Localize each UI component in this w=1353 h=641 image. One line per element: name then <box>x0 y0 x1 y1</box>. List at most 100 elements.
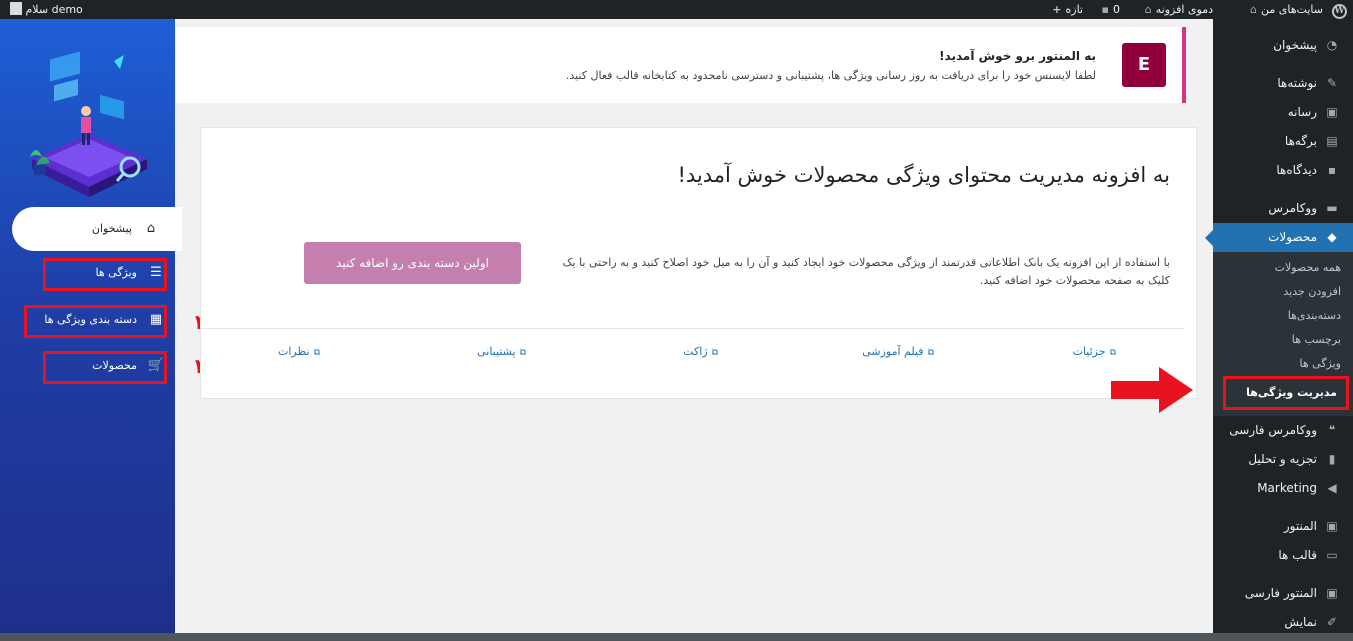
link-reviews-label: نظرات <box>277 345 310 358</box>
external-link-icon: ⧉ <box>313 348 320 358</box>
plugin-nav-attribute-groups-label: دسته بندی ویژگی ها <box>44 313 137 326</box>
menu-comments-label: دیدگاه‌ها <box>1276 163 1317 177</box>
menu-marketing[interactable]: ◀ Marketing <box>1213 474 1353 503</box>
box-icon: ◆ <box>1327 230 1337 244</box>
elementor-license-notice: E به المنتور برو خوش آمدید! لطفا لایسنس … <box>176 27 1186 103</box>
menu-comments[interactable]: ▪ دیدگاه‌ها <box>1213 156 1353 185</box>
external-link-icon: ⧉ <box>927 348 934 358</box>
menu-dashboard-label: پیشخوان <box>1273 38 1317 52</box>
menu-woocommerce-label: ووکامرس <box>1268 201 1317 215</box>
products-submenu: همه محصولات افزودن جدید دسته‌بندی‌ها برچ… <box>1213 252 1353 416</box>
comments-menu[interactable]: ▪ 0 <box>1098 0 1120 19</box>
page-icon: ▤ <box>1326 134 1338 148</box>
cart-icon: 🛒 <box>147 358 165 373</box>
woo-icon: ▬ <box>1326 201 1338 215</box>
elementor-logo-icon: E <box>1122 43 1166 87</box>
comments-count: 0 <box>1113 3 1120 16</box>
plugin-nav-products[interactable]: 🛒 محصولات <box>43 351 167 384</box>
site-name-menu[interactable]: ⌂ دموی افزونه <box>1141 0 1213 19</box>
pin-icon: ✎ <box>1326 76 1338 90</box>
submenu-tags[interactable]: برچسب ها <box>1213 328 1353 352</box>
wp-admin-menu: ◔ پیشخوان ✎ نوشته‌ها ▣ رسانه ▤ برگه‌ها ▪ دیدگ… <box>1205 19 1353 641</box>
home-icon: ⌂ <box>1144 3 1152 16</box>
menu-pages-label: برگه‌ها <box>1284 134 1317 148</box>
account-menu[interactable]: سلام demo <box>6 0 83 19</box>
menu-templates[interactable]: ▭ قالب ها <box>1213 541 1353 570</box>
my-sites-menu[interactable]: ⌂ سایت‌های من <box>1246 0 1323 19</box>
list-icon: ☰ <box>150 265 162 280</box>
woo-fa-icon: ❝ <box>1328 423 1336 437</box>
submenu-categories[interactable]: دسته‌بندی‌ها <box>1213 304 1353 328</box>
wp-logo-menu[interactable]: W <box>1332 0 1347 19</box>
chart-icon: ▮ <box>1328 452 1336 466</box>
menu-woocommerce[interactable]: ▬ ووکامرس <box>1213 194 1353 223</box>
sites-icon: ⌂ <box>1250 3 1258 16</box>
submenu-add-new[interactable]: افزودن جدید <box>1213 280 1353 304</box>
link-support[interactable]: ⧉پشتیبانی <box>477 345 526 358</box>
plugin-nav-products-label: محصولات <box>92 359 137 372</box>
submenu-manage-attributes[interactable]: مدیریت ویژگی‌ها <box>1223 376 1349 410</box>
link-details[interactable]: ⧉جزئیات <box>1073 345 1116 358</box>
plugin-nav-home[interactable]: ⌂ پیشخوان <box>12 207 182 251</box>
plugin-nav-attributes[interactable]: ☰ ویژگی ها <box>43 258 167 291</box>
folder-icon: ▭ <box>1326 548 1338 562</box>
home-icon: ⌂ <box>146 221 156 236</box>
menu-dashboard[interactable]: ◔ پیشخوان <box>1213 31 1353 60</box>
plugin-nav-home-label: پیشخوان <box>91 222 132 235</box>
menu-media[interactable]: ▣ رسانه <box>1213 98 1353 127</box>
menu-pages[interactable]: ▤ برگه‌ها <box>1213 127 1353 156</box>
admin-bar: سلام demo W ⌂ سایت‌های من ⌂ دموی افزونه ▪ 0… <box>0 0 1353 19</box>
link-reviews[interactable]: ⧉نظرات <box>278 345 320 358</box>
menu-elementor-fa-label: المنتور فارسی <box>1244 586 1317 600</box>
megaphone-icon: ◀ <box>1327 481 1337 495</box>
external-link-icon: ⧉ <box>1109 348 1116 358</box>
new-content-menu[interactable]: + تازه <box>1048 0 1083 19</box>
external-link-icon: ⧉ <box>519 348 526 358</box>
menu-posts-label: نوشته‌ها <box>1277 76 1317 90</box>
card-divider <box>201 328 1184 329</box>
plus-icon: + <box>1052 3 1062 16</box>
menu-media-label: رسانه <box>1287 105 1317 119</box>
site-name-label: دموی افزونه <box>1155 3 1213 16</box>
add-first-category-button[interactable]: اولین دسته بندی رو اضافه کنید <box>304 242 521 284</box>
isometric-illustration <box>30 51 147 197</box>
link-support-label: پشتیبانی <box>477 345 516 358</box>
menu-elementor-fa[interactable]: ▣ المنتور فارسی <box>1213 579 1353 608</box>
submenu-all-products[interactable]: همه محصولات <box>1213 256 1353 280</box>
link-tutorial-video-label: فیلم آموزشی <box>862 345 924 358</box>
notice-title: به المنتور برو خوش آمدید! <box>939 49 1096 63</box>
menu-marketing-label: Marketing <box>1257 481 1317 495</box>
dashboard-icon: ◔ <box>1326 38 1338 52</box>
my-sites-label: سایت‌های من <box>1261 3 1323 16</box>
menu-elementor-label: المنتور <box>1283 519 1317 533</box>
media-icon: ▣ <box>1326 105 1338 119</box>
notice-text: لطفا لایسنس خود را برای دریافت به روز رس… <box>565 69 1096 82</box>
comment-icon: ▪ <box>1327 163 1337 177</box>
menu-templates-label: قالب ها <box>1278 548 1317 562</box>
menu-products[interactable]: ◆ محصولات <box>1205 223 1353 252</box>
annotation-arrow-icon <box>1111 367 1193 413</box>
welcome-description: با استفاده از این افزونه یک بانک اطلاعات… <box>562 256 1170 287</box>
menu-appearance-label: نمایش <box>1284 615 1317 629</box>
status-strip <box>0 633 1353 641</box>
plugin-sidebar: ⌂ پیشخوان ☰ ویژگی ها ▦ دسته بندی ویژگی ها 🛒… <box>0 19 182 633</box>
external-link-icon: ⧉ <box>711 348 718 358</box>
elementor-fa-icon: ▣ <box>1326 586 1338 600</box>
menu-elementor[interactable]: ▣ المنتور <box>1213 512 1353 541</box>
plugin-nav-attribute-groups[interactable]: ▦ دسته بندی ویژگی ها <box>24 305 167 338</box>
link-zhaket[interactable]: ⧉ژاکت <box>683 345 718 358</box>
submenu-attributes[interactable]: ویژگی ها <box>1213 352 1353 376</box>
menu-posts[interactable]: ✎ نوشته‌ها <box>1213 69 1353 98</box>
card-links: ⧉جزئیات ⧉فیلم آموزشی ⧉ژاکت ⧉پشتیبانی ⧉نظ… <box>201 345 1196 365</box>
plugin-nav-attributes-label: ویژگی ها <box>95 266 138 279</box>
link-zhaket-label: ژاکت <box>683 345 708 358</box>
link-details-label: جزئیات <box>1072 345 1106 358</box>
menu-woocommerce-fa[interactable]: ❝ ووکامرس فارسی <box>1213 416 1353 445</box>
user-avatar-icon <box>10 2 22 15</box>
wordpress-logo-icon: W <box>1332 4 1347 19</box>
menu-analytics[interactable]: ▮ تجزیه و تحلیل <box>1213 445 1353 474</box>
welcome-card: به افزونه مدیریت محتوای ویژگی محصولات خو… <box>200 127 1197 399</box>
link-tutorial-video[interactable]: ⧉فیلم آموزشی <box>862 345 934 358</box>
new-label: تازه <box>1065 3 1084 16</box>
elementor-icon: ▣ <box>1326 519 1338 533</box>
